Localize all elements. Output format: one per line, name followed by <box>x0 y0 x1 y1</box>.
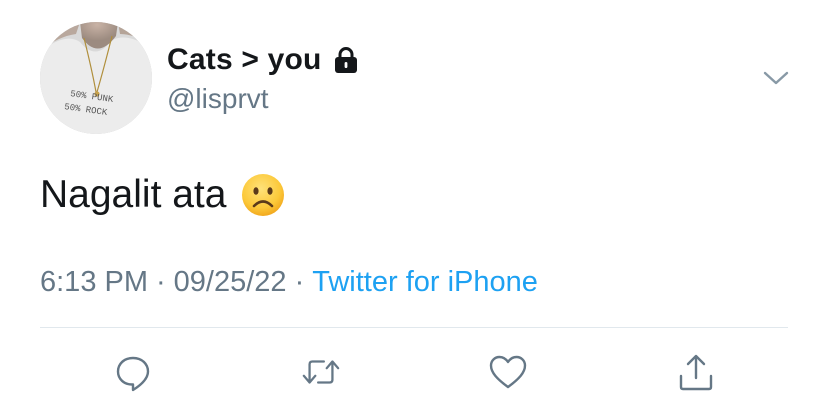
avatar[interactable]: 50% PUNK 50% ROCK <box>40 22 152 134</box>
meta-separator: · <box>156 266 166 298</box>
display-name-row[interactable]: Cats > you <box>167 42 361 78</box>
retweet-button[interactable] <box>301 352 341 392</box>
more-options-chevron-icon[interactable] <box>762 66 790 90</box>
heart-icon <box>489 355 527 389</box>
reply-icon <box>116 356 150 392</box>
display-name[interactable]: Cats > you <box>167 43 322 77</box>
meta-separator: · <box>294 266 305 298</box>
frowning-face-emoji <box>240 172 286 218</box>
tweet-date[interactable]: 09/25/22 <box>174 266 287 298</box>
tweet-meta: 6:13 PM · 09/25/22 · Twitter for iPhone <box>40 266 538 299</box>
handle[interactable]: @lisprvt <box>167 83 269 115</box>
share-button[interactable] <box>676 352 716 392</box>
reply-button[interactable] <box>113 352 153 392</box>
like-button[interactable] <box>488 352 528 392</box>
lock-icon <box>331 45 361 75</box>
avatar-image: 50% PUNK 50% ROCK <box>40 22 152 134</box>
share-icon <box>679 354 713 391</box>
tweet-text: Nagalit ata <box>40 172 286 218</box>
divider <box>40 327 788 328</box>
retweet-icon <box>302 360 340 384</box>
tweet-source-link[interactable]: Twitter for iPhone <box>312 266 538 298</box>
tweet-body: Nagalit ata <box>40 173 227 216</box>
tweet-time[interactable]: 6:13 PM <box>40 266 148 298</box>
